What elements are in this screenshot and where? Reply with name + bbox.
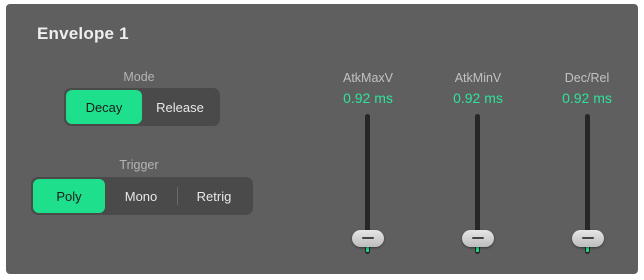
slider-thumb-atkminv[interactable] bbox=[462, 230, 494, 247]
panel-title: Envelope 1 bbox=[37, 24, 129, 43]
mode-option-release[interactable]: Release bbox=[142, 90, 218, 124]
slider-label-atkminv: AtkMinV bbox=[454, 71, 502, 85]
thumb-grip-icon bbox=[582, 237, 594, 239]
trigger-label: Trigger bbox=[119, 158, 159, 172]
thumb-grip-icon bbox=[362, 237, 374, 239]
mode-option-decay[interactable]: Decay bbox=[66, 90, 142, 124]
trigger-option-retrig[interactable]: Retrig bbox=[178, 179, 250, 213]
slider-value-atkmaxv: 0.92 ms bbox=[343, 90, 393, 106]
slider-thumb-dec-rel[interactable] bbox=[572, 230, 604, 247]
trigger-option-mono[interactable]: Mono bbox=[105, 179, 177, 213]
slider-label-dec-rel: Dec/Rel bbox=[564, 71, 610, 85]
mode-segmented-control: Decay Release bbox=[64, 88, 220, 126]
envelope-panel: Envelope 1 Mode Decay Release Trigger Po… bbox=[6, 4, 638, 274]
slider-thumb-atkmaxv[interactable] bbox=[352, 230, 384, 247]
trigger-segmented-control: Poly Mono Retrig bbox=[31, 177, 253, 215]
mode-label: Mode bbox=[123, 70, 155, 84]
slider-label-atkmaxv: AtkMaxV bbox=[342, 71, 393, 85]
slider-value-dec-rel: 0.92 ms bbox=[562, 90, 612, 106]
thumb-grip-icon bbox=[472, 237, 484, 239]
slider-value-atkminv: 0.92 ms bbox=[453, 90, 503, 106]
trigger-option-poly[interactable]: Poly bbox=[33, 179, 105, 213]
